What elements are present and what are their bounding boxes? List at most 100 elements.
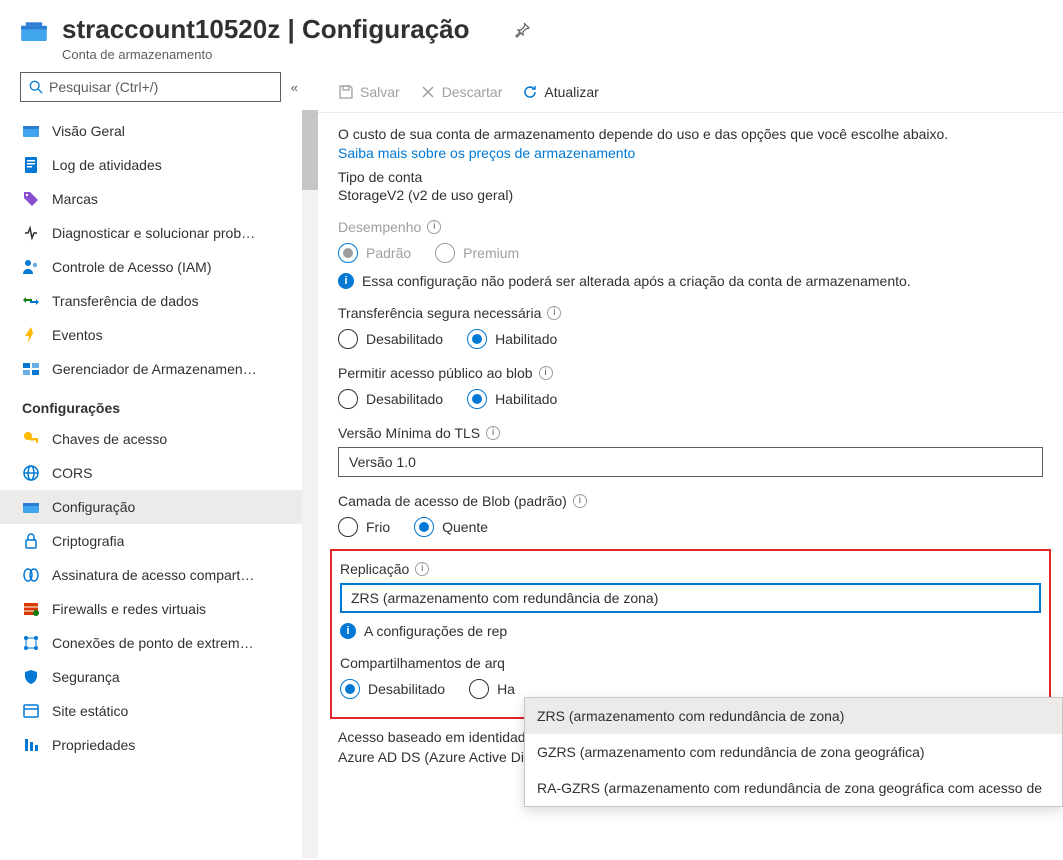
page-title: straccount10520z | Configuração	[62, 14, 470, 45]
tag-icon	[22, 190, 40, 208]
pin-icon[interactable]	[514, 22, 530, 41]
sidebar-item-sas[interactable]: Assinatura de acesso compart…	[0, 558, 318, 592]
sidebar-item-events[interactable]: Eventos	[0, 318, 318, 352]
transfer-icon	[22, 292, 40, 310]
info-icon[interactable]: i	[539, 366, 553, 380]
performance-radios: Padrão Premium	[338, 243, 1043, 263]
radio-secure-disabled[interactable]: Desabilitado	[338, 329, 443, 349]
site-icon	[22, 702, 40, 720]
storage-account-icon	[20, 20, 48, 44]
highlighted-region: Replicaçãoi ZRS (armazenamento com redun…	[330, 549, 1051, 719]
radio-secure-enabled[interactable]: Habilitado	[467, 329, 557, 349]
sidebar-item-properties[interactable]: Propriedades	[0, 728, 318, 762]
events-icon	[22, 326, 40, 344]
sidebar-item-access-keys[interactable]: Chaves de acesso	[0, 422, 318, 456]
info-icon[interactable]: i	[547, 306, 561, 320]
sidebar-item-diagnose[interactable]: Diagnosticar e solucionar prob…	[0, 216, 318, 250]
overview-icon	[22, 122, 40, 140]
props-icon	[22, 736, 40, 754]
save-icon	[338, 84, 354, 100]
search-input[interactable]	[20, 72, 281, 102]
sas-icon	[22, 566, 40, 584]
endpoint-icon	[22, 634, 40, 652]
firewall-icon	[22, 600, 40, 618]
cors-icon	[22, 464, 40, 482]
radio-performance-premium: Premium	[435, 243, 519, 263]
sidebar-item-tags[interactable]: Marcas	[0, 182, 318, 216]
diagnose-icon	[22, 224, 40, 242]
sidebar-item-data-transfer[interactable]: Transferência de dados	[0, 284, 318, 318]
save-button[interactable]: Salvar	[338, 84, 400, 100]
large-file-radios: Desabilitado Ha	[340, 679, 1041, 699]
replication-note: iA configurações de rep	[340, 623, 1041, 639]
refresh-icon	[522, 84, 538, 100]
info-icon[interactable]: i	[486, 426, 500, 440]
sidebar-item-encryption[interactable]: Criptografia	[0, 524, 318, 558]
sidebar-item-cors[interactable]: CORS	[0, 456, 318, 490]
secure-transfer-label: Transferência segura necessáriai	[338, 305, 1043, 321]
sidebar-item-endpoints[interactable]: Conexões de ponto de extrem…	[0, 626, 318, 660]
sidebar: « Visão Geral Log de atividades Marcas D…	[0, 72, 318, 860]
radio-largefile-enabled[interactable]: Ha	[469, 679, 515, 699]
sidebar-item-iam[interactable]: Controle de Acesso (IAM)	[0, 250, 318, 284]
tls-select[interactable]: Versão 1.0	[338, 447, 1043, 477]
blob-public-radios: Desabilitado Habilitado	[338, 389, 1043, 409]
account-type-label: Tipo de conta	[338, 169, 1043, 185]
dropdown-item-ragzrs[interactable]: RA-GZRS (armazenamento com redundância d…	[525, 770, 1062, 806]
sidebar-item-security[interactable]: Segurança	[0, 660, 318, 694]
search-field[interactable]	[49, 79, 272, 95]
performance-note: iEssa configuração não poderá ser altera…	[338, 273, 1043, 289]
radio-blobpublic-disabled[interactable]: Desabilitado	[338, 389, 443, 409]
tls-label: Versão Mínima do TLSi	[338, 425, 1043, 441]
radio-tier-cool[interactable]: Frio	[338, 517, 390, 537]
dropdown-item-zrs[interactable]: ZRS (armazenamento com redundância de zo…	[525, 698, 1062, 734]
large-file-label: Compartilhamentos de arq	[340, 655, 1041, 671]
collapse-sidebar-icon[interactable]: «	[291, 80, 298, 95]
radio-performance-standard: Padrão	[338, 243, 411, 263]
replication-label: Replicaçãoi	[340, 561, 1041, 577]
replication-dropdown: ZRS (armazenamento com redundância de zo…	[524, 697, 1063, 807]
sidebar-item-configuration[interactable]: Configuração	[0, 490, 318, 524]
radio-blobpublic-enabled[interactable]: Habilitado	[467, 389, 557, 409]
sidebar-section-settings: Configurações	[0, 386, 318, 422]
cost-description: O custo de sua conta de armazenamento de…	[338, 125, 1043, 145]
sidebar-item-overview[interactable]: Visão Geral	[0, 114, 318, 148]
blob-public-label: Permitir acesso público ao blobi	[338, 365, 1043, 381]
sidebar-item-firewalls[interactable]: Firewalls e redes virtuais	[0, 592, 318, 626]
secure-transfer-radios: Desabilitado Habilitado	[338, 329, 1043, 349]
radio-tier-hot[interactable]: Quente	[414, 517, 488, 537]
info-icon[interactable]: i	[573, 494, 587, 508]
sidebar-item-activity-log[interactable]: Log de atividades	[0, 148, 318, 182]
sidebar-item-static-site[interactable]: Site estático	[0, 694, 318, 728]
account-type-value: StorageV2 (v2 de uso geral)	[338, 187, 1043, 203]
sidebar-item-storage-manager[interactable]: Gerenciador de Armazenamen…	[0, 352, 318, 386]
performance-label: Desempenhoi	[338, 219, 1043, 235]
pricing-link[interactable]: Saiba mais sobre os preços de armazename…	[338, 145, 1043, 161]
blob-tier-radios: Frio Quente	[338, 517, 1043, 537]
lock-icon	[22, 532, 40, 550]
content-area: O custo de sua conta de armazenamento de…	[318, 113, 1063, 777]
refresh-button[interactable]: Atualizar	[522, 84, 598, 100]
sidebar-nav: Visão Geral Log de atividades Marcas Dia…	[0, 110, 318, 858]
blob-tier-label: Camada de acesso de Blob (padrão)i	[338, 493, 1043, 509]
sidebar-scrollbar[interactable]	[302, 110, 318, 858]
info-icon[interactable]: i	[427, 220, 441, 234]
iam-icon	[22, 258, 40, 276]
config-icon	[22, 498, 40, 516]
radio-largefile-disabled[interactable]: Desabilitado	[340, 679, 445, 699]
page-header: straccount10520z | Configuração Conta de…	[0, 0, 1063, 72]
manager-icon	[22, 360, 40, 378]
info-icon[interactable]: i	[415, 562, 429, 576]
toolbar: Salvar Descartar Atualizar	[318, 72, 1063, 113]
activity-log-icon	[22, 156, 40, 174]
shield-icon	[22, 668, 40, 686]
discard-button[interactable]: Descartar	[420, 84, 503, 100]
info-ball-icon: i	[340, 623, 356, 639]
dropdown-item-gzrs[interactable]: GZRS (armazenamento com redundância de z…	[525, 734, 1062, 770]
discard-icon	[420, 84, 436, 100]
key-icon	[22, 430, 40, 448]
page-subtitle: Conta de armazenamento	[62, 47, 470, 62]
header-text: straccount10520z | Configuração Conta de…	[62, 14, 470, 62]
replication-select[interactable]: ZRS (armazenamento com redundância de zo…	[340, 583, 1041, 613]
info-ball-icon: i	[338, 273, 354, 289]
